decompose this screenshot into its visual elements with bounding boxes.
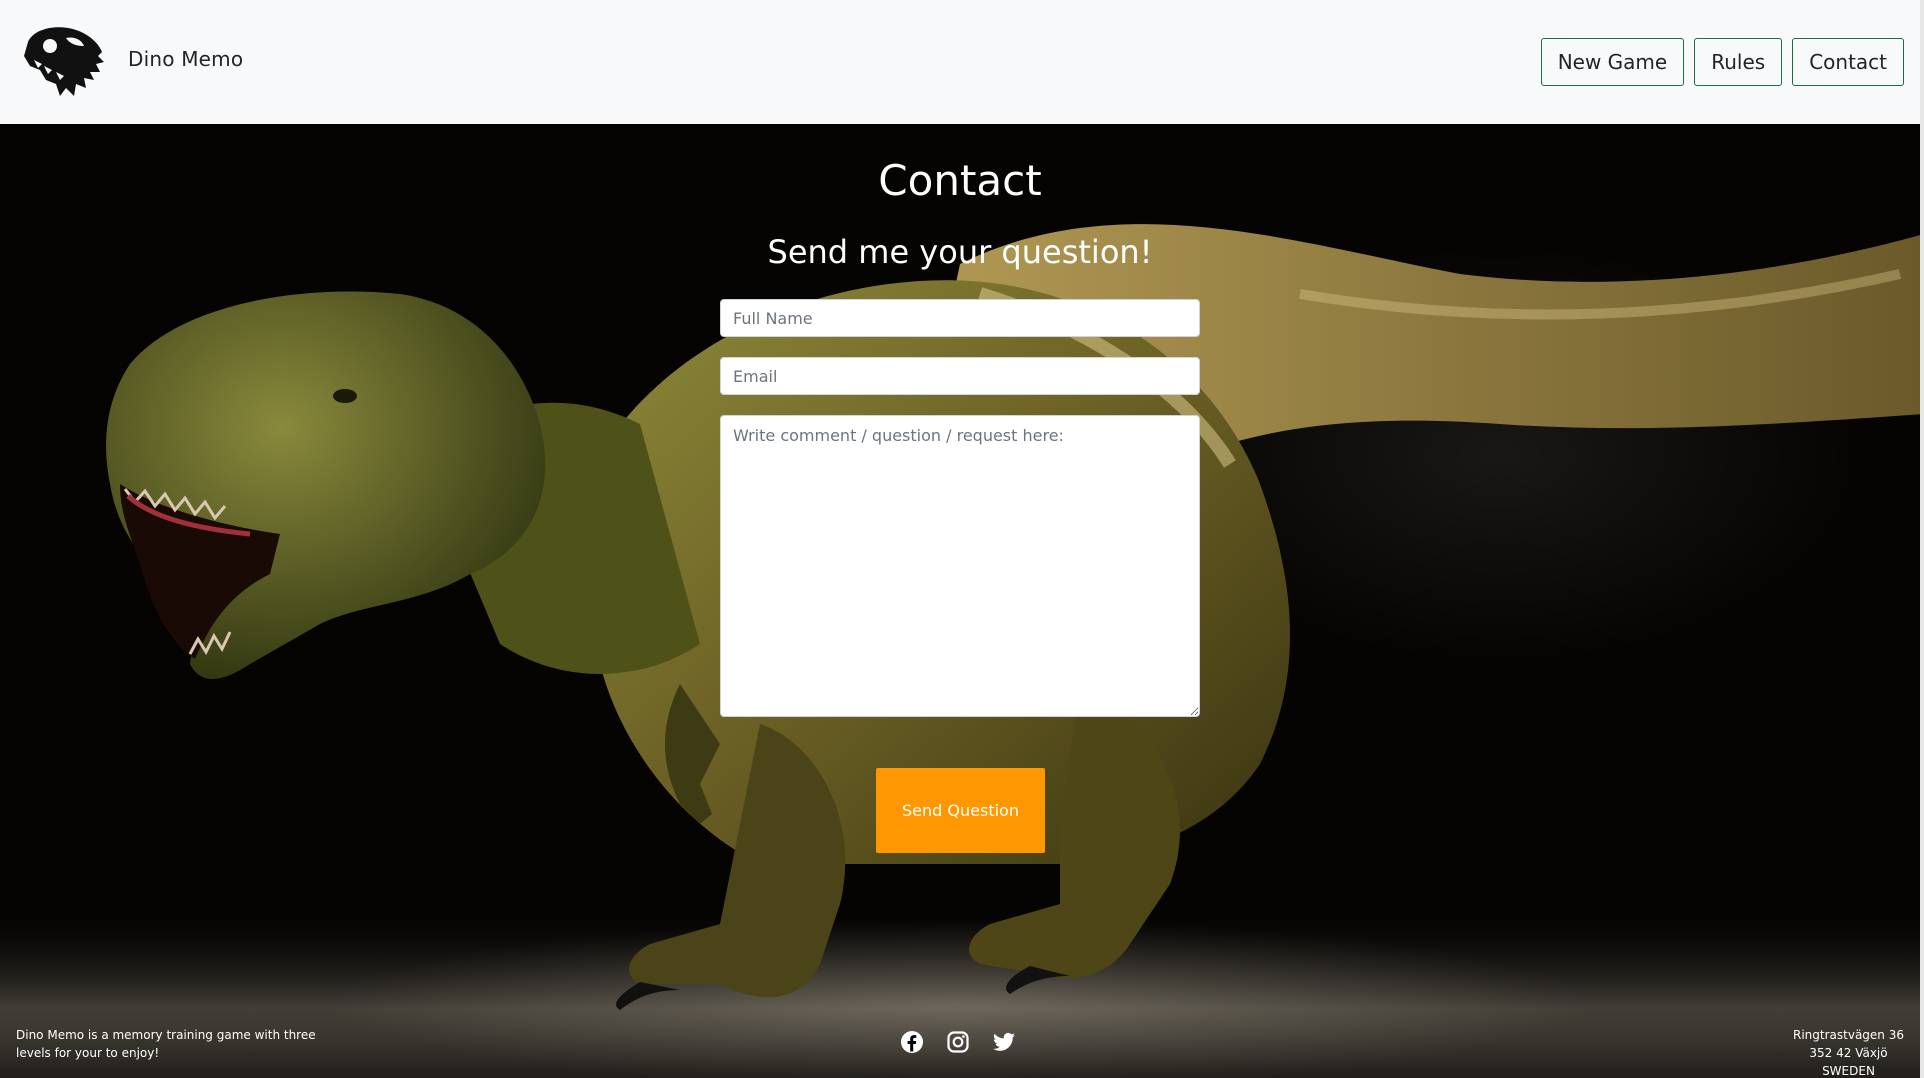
- dino-skull-logo-icon[interactable]: [20, 22, 106, 100]
- page-subtitle: Send me your question!: [767, 233, 1153, 271]
- footer-about-text: Dino Memo is a memory training game with…: [16, 1028, 316, 1060]
- facebook-icon[interactable]: [900, 1030, 924, 1054]
- top-navbar: Dino Memo New Game Rules Contact: [0, 0, 1924, 124]
- instagram-icon[interactable]: [946, 1030, 970, 1054]
- email-input[interactable]: [720, 357, 1200, 395]
- address-street: Ringtrastvägen 36: [1793, 1028, 1904, 1042]
- footer-address: Ringtrastvägen 36 352 42 Växjö SWEDEN: [1793, 1026, 1904, 1078]
- page-title: Contact: [878, 156, 1042, 205]
- social-links: [900, 1030, 1016, 1054]
- contact-button[interactable]: Contact: [1792, 38, 1904, 86]
- full-name-input[interactable]: [720, 299, 1200, 337]
- send-question-button[interactable]: Send Question: [876, 768, 1045, 853]
- address-city: 352 42 Växjö: [1809, 1046, 1888, 1060]
- new-game-button[interactable]: New Game: [1540, 38, 1685, 86]
- address-country: SWEDEN: [1822, 1064, 1875, 1078]
- twitter-icon[interactable]: [992, 1030, 1016, 1054]
- brand-name[interactable]: Dino Memo: [128, 47, 243, 71]
- message-textarea[interactable]: [720, 415, 1200, 717]
- page-scrollbar[interactable]: [1920, 0, 1924, 1078]
- rules-button[interactable]: Rules: [1694, 38, 1783, 86]
- main-nav: New Game Rules Contact: [1540, 38, 1904, 86]
